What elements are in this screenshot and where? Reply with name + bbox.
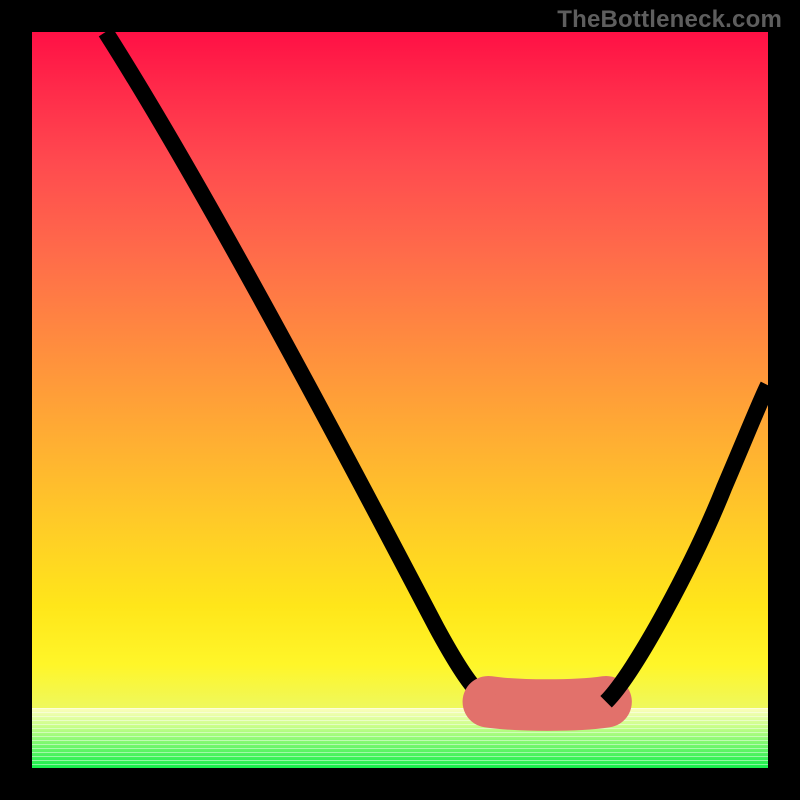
curve-layer bbox=[32, 32, 768, 768]
flat-segment-dot-left bbox=[478, 691, 499, 712]
attribution-label: TheBottleneck.com bbox=[557, 6, 782, 34]
plot-area bbox=[32, 32, 768, 768]
left-curve bbox=[106, 32, 489, 702]
right-curve bbox=[606, 385, 768, 701]
flat-segment-highlight bbox=[488, 702, 606, 705]
chart-frame: TheBottleneck.com bbox=[0, 0, 800, 800]
